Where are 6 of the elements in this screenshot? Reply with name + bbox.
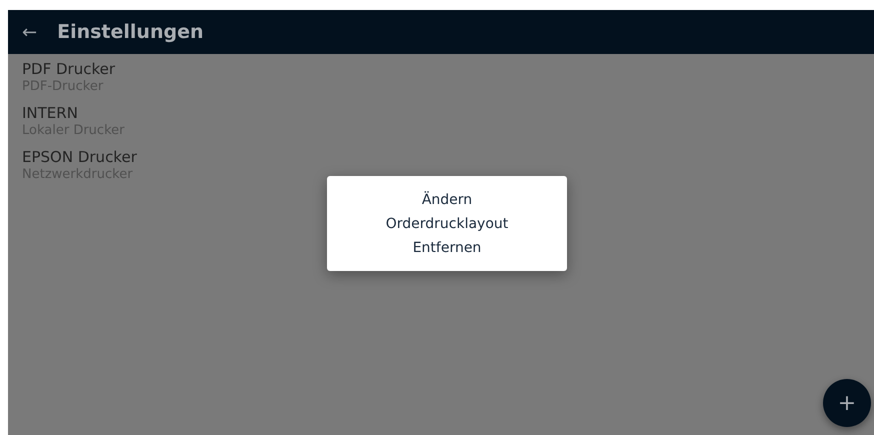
add-button[interactable]: +	[823, 379, 871, 427]
app-title: Einstellungen	[57, 21, 204, 43]
menu-item[interactable]: Orderdrucklayout	[382, 212, 512, 234]
back-button[interactable]: ←	[22, 22, 38, 42]
menu-item[interactable]: Ändern	[418, 188, 476, 210]
menu-item[interactable]: Entfernen	[408, 236, 486, 258]
